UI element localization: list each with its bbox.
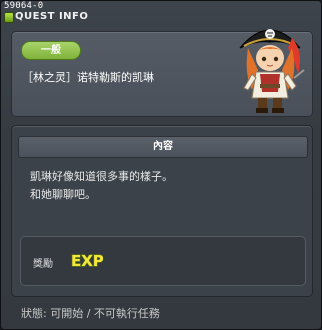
description-line: 和她聊聊吧。 bbox=[30, 188, 96, 201]
quest-status: 狀態: 可開始 / 不可執行任務 bbox=[21, 307, 160, 320]
category-badge: 一般 bbox=[21, 41, 81, 60]
npc-name: ［林之灵］诺特勒斯的凯琳 bbox=[22, 71, 154, 84]
quest-id: 59064-0 bbox=[4, 1, 44, 11]
quest-header-panel: 一般 ［林之灵］诺特勒斯的凯琳 bbox=[11, 29, 313, 117]
reward-box: 獎勵 EXP bbox=[20, 236, 306, 286]
window-title: QUEST INFO bbox=[15, 11, 89, 22]
description-line: 凱琳好像知道很多事的樣子。 bbox=[30, 170, 173, 183]
exp-reward-icon[interactable]: EXP bbox=[69, 249, 103, 271]
quest-content-panel: 內容 凱琳好像知道很多事的樣子。 和她聊聊吧。 獎勵 EXP bbox=[11, 125, 313, 297]
npc-portrait bbox=[239, 29, 305, 113]
quest-icon bbox=[4, 12, 14, 23]
exp-text: EXP bbox=[71, 252, 103, 270]
quest-info-window: 59064-0 QUEST INFO 一般 ［林之灵］诺特勒斯的凯琳 內容 凱琳… bbox=[0, 0, 322, 330]
quest-description: 凱琳好像知道很多事的樣子。 和她聊聊吧。 bbox=[30, 168, 173, 204]
content-header: 內容 bbox=[18, 136, 308, 158]
reward-label: 獎勵 bbox=[33, 259, 53, 270]
